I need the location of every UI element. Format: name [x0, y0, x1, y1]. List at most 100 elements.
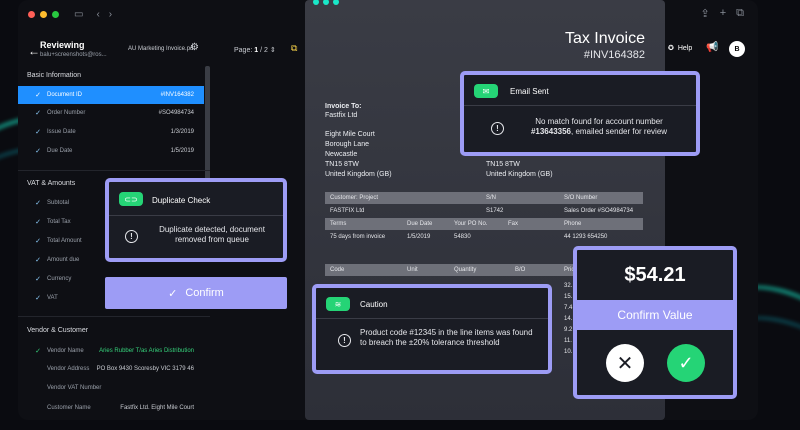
field-label: Vendor VAT Number — [47, 385, 102, 391]
table-header-cell: Code — [330, 267, 345, 273]
confirm-button[interactable]: ✓ Confirm — [105, 277, 287, 309]
help-button[interactable]: ✪ Help — [668, 44, 693, 53]
field-label: Issue Date — [47, 129, 76, 135]
address-line-right: United Kingdom (GB) — [486, 171, 553, 178]
section-divider — [18, 170, 210, 171]
field-label: Currency — [47, 276, 72, 282]
accept-button[interactable]: ✓ — [667, 344, 705, 382]
page-current: 1 — [254, 47, 259, 54]
field-label: Document ID — [47, 92, 83, 98]
email-body-text: No match found for account number — [535, 117, 663, 126]
table-row: 75 days from invoice 1/5/2019 54830 44 1… — [325, 231, 643, 243]
reject-button[interactable]: ✕ — [606, 344, 644, 382]
section-vendor-customer: Vendor & Customer — [27, 327, 89, 334]
gear-icon[interactable]: ⚙ — [190, 42, 199, 53]
duplicate-check-card: ⊂⊃ Duplicate Check ! Duplicate detected,… — [105, 178, 287, 262]
info-icon: ! — [125, 230, 138, 243]
help-icon: ✪ — [668, 45, 674, 52]
help-label: Help — [677, 44, 693, 52]
email-sent-card: ✉ Email Sent ! No match found for accoun… — [460, 71, 700, 156]
avatar[interactable]: B — [729, 41, 745, 57]
email-card-title: Email Sent — [510, 87, 549, 96]
info-icon: ! — [338, 334, 351, 347]
sidebar-toggle-icon[interactable]: ▭ — [74, 9, 83, 20]
table-header-cell: Fax — [508, 221, 519, 227]
invoice-to-company: Fastfix Ltd — [325, 112, 358, 119]
field-row-vendor-vat-number[interactable]: Vendor VAT Number — [18, 379, 204, 397]
confirm-value-label: Confirm Value — [577, 300, 733, 330]
check-icon: ✓ — [35, 348, 41, 355]
close-window-button[interactable] — [28, 10, 35, 18]
account-number: #13643356 — [530, 127, 571, 136]
field-label: Amount due — [47, 257, 80, 263]
table-header-cell: Phone — [564, 221, 582, 227]
announcements-icon[interactable]: 📢 — [706, 42, 718, 53]
caution-card-title: Caution — [360, 300, 388, 309]
field-row-vendor-address[interactable]: Vendor Address PO Box 9430 Scoresby VIC … — [18, 360, 204, 378]
amount-value: $54.21 — [624, 263, 686, 286]
duplicate-card-title: Duplicate Check — [152, 196, 211, 205]
caution-card: ≋ Caution ! Product code #12345 in the l… — [312, 284, 552, 374]
field-label: Due Date — [47, 148, 73, 154]
field-label: Total Amount — [47, 238, 82, 244]
table-header-cell: Terms — [330, 221, 347, 227]
table-cell: 75 days from invoice — [330, 234, 386, 240]
address-line: Eight Mile Court — [325, 131, 375, 138]
field-label: Subtotal — [47, 200, 70, 206]
field-row-customer-name[interactable]: Customer Name Fastfix Ltd. Eight Mile Co… — [18, 399, 204, 417]
confirm-button-label: Confirm — [185, 287, 224, 299]
field-row-due-date[interactable]: ✓ Due Date 1/5/2019 — [18, 142, 204, 160]
table-cell: Sales Order #SO4984734 — [564, 208, 634, 214]
field-row-order-number[interactable]: ✓ Order Number #SO4984734 — [18, 104, 204, 122]
field-row-document-id[interactable]: ✓ Document ID #INV164382 — [18, 86, 204, 104]
field-value: Fastfix Ltd. Eight Mile Court — [120, 405, 194, 411]
price-value: 9.2 — [564, 327, 573, 333]
table-header: Terms Due Date Your PO No. Fax Phone — [325, 218, 643, 230]
new-tab-icon[interactable]: + — [720, 7, 726, 20]
page-title: Reviewing — [40, 40, 85, 50]
stepper-icon[interactable]: ⇕ — [270, 47, 276, 54]
table-cell: 44 1293 654250 — [564, 234, 608, 240]
email-body-text-end: , emailed sender for review — [571, 127, 668, 136]
address-line-right: TN15 8TW — [486, 161, 520, 168]
section-divider — [18, 316, 210, 317]
page-label: Page: — [234, 47, 253, 54]
table-header-cell: Customer: Project — [330, 195, 379, 201]
minimize-window-button[interactable] — [40, 10, 47, 18]
table-cell: FASTFIX Ltd — [330, 208, 365, 214]
card-divider — [316, 318, 548, 319]
check-icon: ✓ — [35, 295, 41, 302]
table-header-cell: Your PO No. — [454, 221, 488, 227]
table-header-cell: S/N — [486, 195, 497, 201]
user-email: balu+screenshots@ros... — [40, 52, 107, 58]
field-label: Vendor Address — [47, 366, 90, 372]
check-icon: ✓ — [35, 92, 41, 99]
nav-forward-icon[interactable]: › — [109, 9, 112, 20]
address-line: Newcastle — [325, 151, 358, 158]
field-label: Order Number — [47, 110, 86, 116]
card-divider — [109, 215, 283, 216]
invoice-title: Tax Invoice — [564, 30, 645, 47]
tabs-overview-icon[interactable]: ⧉ — [736, 7, 744, 20]
price-value: 15. — [564, 294, 573, 300]
copy-icon[interactable]: ⧉ — [291, 43, 297, 54]
field-row-issue-date[interactable]: ✓ Issue Date 1/3/2019 — [18, 123, 204, 141]
field-row-vendor-name[interactable]: ✓ Vendor Name Aries Rubber T/as Aries Di… — [18, 342, 204, 360]
price-value: 10. — [564, 349, 573, 355]
page-indicator[interactable]: Page: 1 / 2 ⇕ — [234, 46, 276, 54]
field-value: 1/3/2019 — [170, 129, 194, 135]
field-value: PO Box 9430 Scoresby VIC 3179 46 — [96, 366, 194, 372]
check-icon: ✓ — [35, 276, 41, 283]
check-icon: ✓ — [168, 287, 178, 300]
table-cell: 54830 — [454, 234, 471, 240]
address-line: United Kingdom (GB) — [325, 171, 392, 178]
table-header-cell: Quantity — [454, 267, 477, 273]
field-value: #INV164382 — [160, 92, 194, 98]
nav-back-icon[interactable]: ‹ — [96, 9, 99, 20]
share-icon[interactable]: ⇪ — [700, 7, 709, 20]
card-divider — [464, 105, 696, 106]
field-value: #SO4984734 — [158, 110, 194, 116]
maximize-window-button[interactable] — [52, 10, 59, 18]
price-value: 11. — [564, 338, 572, 344]
back-arrow-icon[interactable]: ← — [28, 44, 40, 58]
